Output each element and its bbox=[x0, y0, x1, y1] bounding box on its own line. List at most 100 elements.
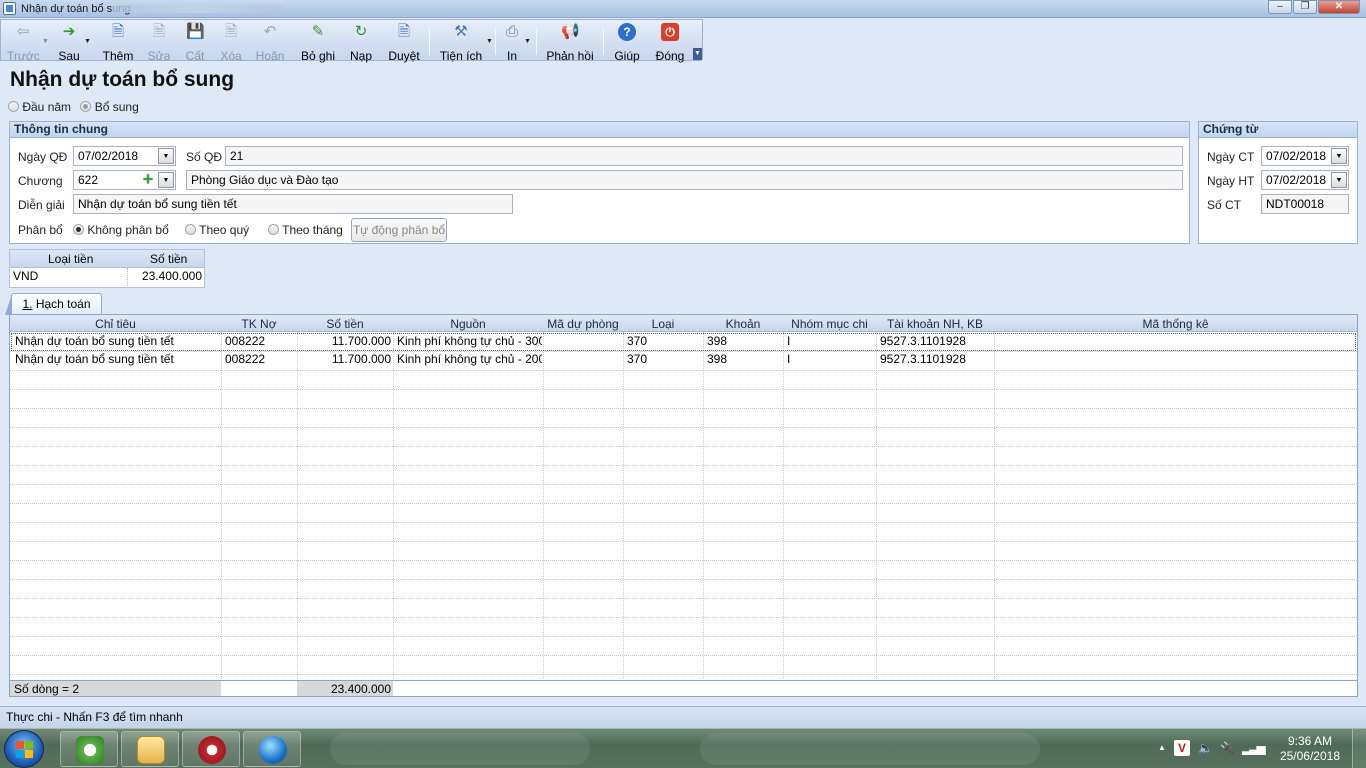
speaker-icon[interactable]: 🔈 bbox=[1198, 741, 1213, 755]
description-label: Diễn giải bbox=[18, 198, 65, 212]
chevron-down-icon[interactable]: ▼ bbox=[158, 172, 174, 188]
decision-no-field[interactable]: 21 bbox=[225, 146, 1183, 166]
approve-button[interactable]: 🗎 Duyệt bbox=[386, 23, 422, 63]
clock-date: 25/06/2018 bbox=[1279, 749, 1340, 763]
misa-app-icon bbox=[76, 736, 104, 764]
post-date-label: Ngày HT bbox=[1207, 174, 1255, 188]
signal-icon[interactable]: ▂▃▅ bbox=[1242, 741, 1266, 755]
reload-button[interactable]: ↻ Nạp bbox=[347, 23, 375, 63]
feedback-button[interactable]: 📢 Phản hồi bbox=[546, 23, 594, 63]
toolbar-separator bbox=[536, 27, 537, 55]
minimize-button[interactable]: – bbox=[1268, 0, 1292, 14]
col-header[interactable]: TK Nợ bbox=[221, 317, 297, 331]
show-desktop-button[interactable] bbox=[1352, 729, 1366, 768]
wallpaper-blot bbox=[330, 733, 590, 765]
start-button[interactable] bbox=[4, 730, 44, 768]
accounting-grid: Chỉ tiêu TK Nợ Số tiền Nguồn Mã dự phòng… bbox=[9, 314, 1358, 697]
chapter-name-field: Phòng Giáo dục và Đào tạo bbox=[186, 170, 1183, 190]
alloc-quarter-option[interactable]: Theo quý bbox=[185, 223, 249, 237]
toolbar-separator bbox=[603, 27, 604, 55]
type-supplement-option[interactable]: Bổ sung bbox=[80, 100, 139, 114]
col-header[interactable]: Mã thống kê bbox=[994, 317, 1357, 331]
taskbar-app-explorer[interactable] bbox=[121, 731, 179, 767]
delete-button[interactable]: 🗎 Xóa bbox=[216, 23, 246, 63]
document-list-icon: 🗎 bbox=[397, 23, 411, 40]
power-plug-icon[interactable]: 🔌 bbox=[1220, 741, 1235, 755]
status-bar: Thực chi - Nhấn F3 để tìm nhanh bbox=[0, 706, 1366, 728]
tools-icon: ⚒ bbox=[454, 23, 468, 40]
col-divider bbox=[127, 268, 128, 286]
grid-row-line bbox=[10, 370, 1357, 371]
col-header[interactable]: Nhóm mục chi bbox=[783, 317, 876, 331]
taskbar-app-downloader[interactable] bbox=[243, 731, 301, 767]
general-info-panel: Thông tin chung Ngày QĐ 07/02/2018 ▼ Số … bbox=[9, 121, 1190, 244]
post-date-field[interactable]: 07/02/2018 ▼ bbox=[1261, 170, 1349, 190]
delete-document-icon: 🗎 bbox=[224, 23, 238, 40]
col-header[interactable]: Tài khoản NH, KB bbox=[876, 317, 994, 331]
grid-row-line bbox=[10, 560, 1357, 561]
tray-expand-icon[interactable]: ▲ bbox=[1158, 743, 1166, 752]
col-header[interactable]: Chỉ tiêu bbox=[10, 317, 221, 331]
toolbar-overflow-icon[interactable]: ▼ bbox=[693, 48, 702, 60]
print-dropdown-icon[interactable]: ▼ bbox=[524, 38, 531, 45]
grid-row-line bbox=[10, 427, 1357, 428]
antivirus-icon[interactable]: V bbox=[1174, 740, 1190, 756]
chapter-field[interactable]: 622 + ▼ bbox=[73, 170, 176, 190]
alloc-none-option[interactable]: Không phân bổ bbox=[73, 223, 169, 237]
col-header[interactable]: Số tiền bbox=[297, 317, 393, 331]
power-icon: ⏻ bbox=[661, 23, 679, 41]
col-header[interactable]: Mã dự phòng bbox=[543, 317, 623, 331]
doc-no-field[interactable]: NDT00018 bbox=[1261, 194, 1349, 214]
grid-column-line bbox=[994, 332, 995, 687]
grid-row-line bbox=[10, 389, 1357, 390]
add-button[interactable]: 🗎 Thêm bbox=[101, 23, 135, 63]
col-header[interactable]: Loại bbox=[623, 317, 703, 331]
close-window-button[interactable]: ✕ bbox=[1318, 0, 1360, 14]
prev-button[interactable]: ⇦ Trước bbox=[7, 23, 40, 63]
maximize-button[interactable]: ❐ bbox=[1293, 0, 1317, 14]
taskbar-app-misa[interactable] bbox=[60, 731, 118, 767]
unpost-button[interactable]: ✎ Bỏ ghi bbox=[299, 23, 337, 63]
description-field[interactable]: Nhận dự toán bổ sung tiền tết bbox=[73, 194, 513, 214]
grid-column-line bbox=[543, 332, 544, 687]
col-header[interactable]: Nguồn bbox=[393, 317, 543, 331]
close-button[interactable]: ⏻ Đóng bbox=[653, 23, 687, 63]
auto-allocate-button[interactable]: Tự động phân bổ bbox=[351, 218, 447, 242]
help-button[interactable]: ? Giúp bbox=[612, 23, 642, 63]
grid-column-line bbox=[623, 332, 624, 687]
currency-code: VND bbox=[13, 269, 39, 283]
prev-dropdown-icon[interactable]: ▼ bbox=[42, 38, 49, 45]
chevron-down-icon[interactable]: ▼ bbox=[158, 148, 174, 164]
chapter-label: Chương bbox=[18, 174, 63, 188]
chevron-down-icon[interactable]: ▼ bbox=[1331, 148, 1347, 164]
grid-row-line bbox=[10, 408, 1357, 409]
taskbar-app-browser[interactable] bbox=[182, 731, 240, 767]
folder-icon bbox=[137, 736, 165, 764]
taskbar-clock[interactable]: 9:36 AM 25/06/2018 bbox=[1280, 734, 1340, 764]
type-start-year-option[interactable]: Đầu năm bbox=[8, 100, 74, 114]
edit-document-icon: 🗎 bbox=[152, 23, 166, 40]
currency-row[interactable]: VND 23.400.000 bbox=[10, 268, 204, 286]
grid-row-line bbox=[10, 503, 1357, 504]
new-document-icon: 🗎 bbox=[111, 23, 125, 40]
utilities-dropdown-icon[interactable]: ▼ bbox=[486, 38, 493, 45]
col-header[interactable]: Khoản bbox=[703, 317, 783, 331]
edit-button[interactable]: 🗎 Sửa bbox=[144, 23, 174, 63]
chevron-down-icon[interactable]: ▼ bbox=[1331, 172, 1347, 188]
clock-time: 9:36 AM bbox=[1287, 734, 1332, 748]
decision-date-field[interactable]: 07/02/2018 ▼ bbox=[73, 146, 176, 166]
save-button[interactable]: 💾 Cất bbox=[181, 23, 209, 63]
undo-button[interactable]: ↶ Hoãn bbox=[253, 23, 287, 63]
grid-column-line bbox=[221, 332, 222, 687]
arrow-right-icon: ➔ bbox=[62, 23, 76, 40]
next-button[interactable]: ➔ Sau bbox=[53, 23, 85, 63]
megaphone-icon: 📢 bbox=[561, 23, 580, 40]
add-chapter-icon[interactable]: + bbox=[139, 171, 157, 188]
doc-date-field[interactable]: 07/02/2018 ▼ bbox=[1261, 146, 1349, 166]
doc-date-label: Ngày CT bbox=[1207, 150, 1255, 164]
next-dropdown-icon[interactable]: ▼ bbox=[84, 38, 91, 45]
print-button[interactable]: ⎙ In bbox=[501, 23, 523, 63]
utilities-button[interactable]: ⚒ Tiện ích bbox=[437, 23, 485, 63]
alloc-month-option[interactable]: Theo tháng bbox=[268, 223, 343, 237]
tab-accounting[interactable]: 1. Hạch toán bbox=[5, 293, 102, 315]
